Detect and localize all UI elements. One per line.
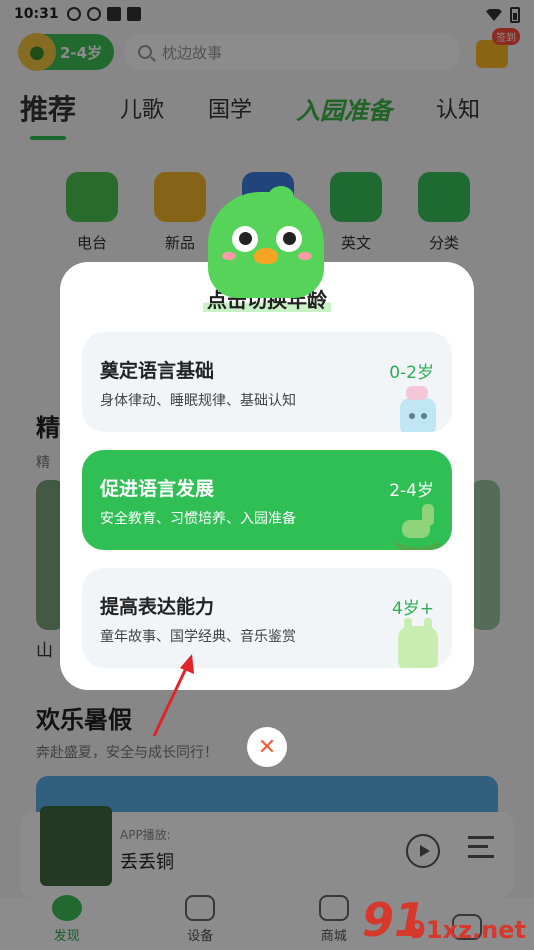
option-description: 安全教育、习惯培养、入园准备 <box>100 511 296 527</box>
age-option-0-2[interactable]: 奠定语言基础 身体律动、睡眠规律、基础认知 0-2岁 <box>82 332 452 432</box>
option-title: 促进语言发展 <box>100 478 215 500</box>
option-title: 提高表达能力 <box>100 596 215 618</box>
baby-bottle-icon <box>400 386 436 432</box>
option-description: 身体律动、睡眠规律、基础认知 <box>100 393 296 409</box>
age-option-4-plus[interactable]: 提高表达能力 童年故事、国学经典、音乐鉴赏 4岁+ <box>82 568 452 668</box>
option-title: 奠定语言基础 <box>100 360 215 382</box>
annotation-arrow-icon <box>152 654 194 737</box>
age-option-2-4[interactable]: 促进语言发展 安全教育、习惯培养、入园准备 2-4岁 <box>82 450 452 550</box>
close-button[interactable]: ✕ <box>247 727 287 767</box>
close-icon: ✕ <box>257 734 277 760</box>
rocking-horse-icon <box>394 504 442 550</box>
age-switch-dialog: 点击切换年龄 奠定语言基础 身体律动、睡眠规律、基础认知 0-2岁 促进语言发展… <box>60 262 474 690</box>
watermark-text: 91xz.net <box>409 916 526 944</box>
option-description: 童年故事、国学经典、音乐鉴赏 <box>100 629 296 645</box>
mascot-bird-icon <box>208 186 324 298</box>
backpack-icon <box>398 618 438 668</box>
